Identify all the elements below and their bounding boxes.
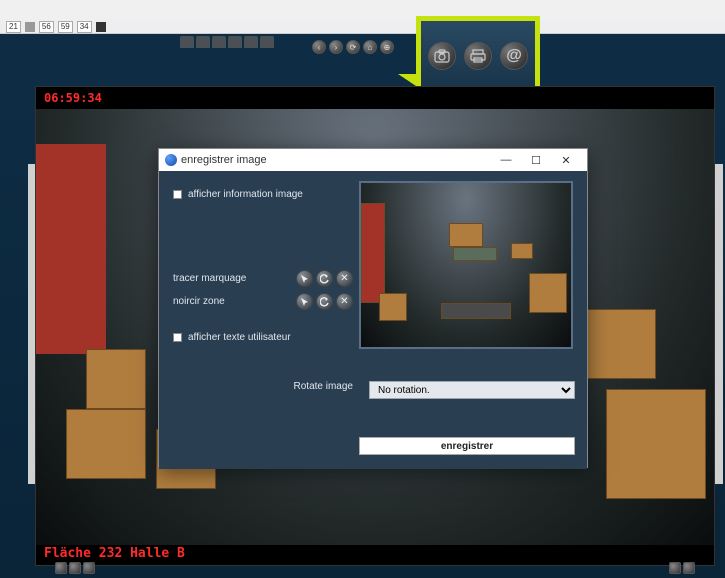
layout-tab-icon[interactable] bbox=[196, 36, 210, 48]
nav-prev-button[interactable]: ‹ bbox=[312, 40, 326, 54]
image-preview bbox=[359, 181, 573, 349]
nav-buttons: ‹ › ⟳ ⌂ ⊕ bbox=[312, 40, 394, 54]
rotate-image-label: Rotate image bbox=[173, 381, 353, 392]
rotate-image-select[interactable]: No rotation. bbox=[369, 381, 575, 399]
trace-clear-icon[interactable]: ✕ bbox=[336, 270, 353, 287]
callout-highlight: @ bbox=[416, 16, 540, 96]
maximize-button[interactable]: ☐ bbox=[521, 151, 551, 169]
dialog-titlebar[interactable]: enregistrer image — ☐ ✕ bbox=[159, 149, 587, 171]
panel-footer bbox=[35, 558, 715, 578]
layout-tab-icon[interactable] bbox=[180, 36, 194, 48]
app-icon bbox=[165, 154, 177, 166]
close-button[interactable]: ✕ bbox=[551, 151, 581, 169]
trace-pointer-icon[interactable] bbox=[296, 270, 313, 287]
globe-button[interactable]: ⊕ bbox=[380, 40, 394, 54]
layout-tab-icon[interactable] bbox=[244, 36, 258, 48]
home-button[interactable]: ⌂ bbox=[363, 40, 377, 54]
main-area: ‹ › ⟳ ⌂ ⊕ @ 06:59:34 bbox=[0, 34, 725, 578]
status-chip: 56 bbox=[39, 21, 54, 33]
status-chip: 59 bbox=[58, 21, 73, 33]
camera-icon[interactable] bbox=[428, 42, 456, 70]
trace-marking-label: tracer marquage bbox=[173, 273, 246, 284]
timestamp-overlay: 06:59:34 bbox=[44, 91, 102, 105]
blackout-undo-icon[interactable] bbox=[316, 293, 333, 310]
footer-maximize-button[interactable] bbox=[83, 562, 95, 574]
save-image-dialog: enregistrer image — ☐ ✕ afficher informa… bbox=[158, 148, 588, 468]
show-image-info-checkbox[interactable] bbox=[173, 190, 182, 199]
show-user-text-checkbox[interactable] bbox=[173, 333, 182, 342]
layout-tab-icon[interactable] bbox=[228, 36, 242, 48]
save-button[interactable]: enregistrer bbox=[359, 437, 575, 455]
status-chip: 21 bbox=[6, 21, 21, 33]
status-strip: 21 56 59 34 bbox=[0, 20, 725, 34]
trace-undo-icon[interactable] bbox=[316, 270, 333, 287]
side-frame-right bbox=[715, 164, 723, 484]
footer-next-button[interactable] bbox=[683, 562, 695, 574]
blackout-clear-icon[interactable]: ✕ bbox=[336, 293, 353, 310]
nav-next-button[interactable]: › bbox=[329, 40, 343, 54]
footer-restore-button[interactable] bbox=[69, 562, 81, 574]
show-image-info-label: afficher information image bbox=[188, 189, 303, 200]
monitor-icon bbox=[96, 22, 106, 32]
layout-tab-icon[interactable] bbox=[212, 36, 226, 48]
blackout-pointer-icon[interactable] bbox=[296, 293, 313, 310]
dialog-title: enregistrer image bbox=[181, 154, 267, 166]
footer-minimize-button[interactable] bbox=[55, 562, 67, 574]
show-user-text-label: afficher texte utilisateur bbox=[188, 332, 291, 343]
minimize-button[interactable]: — bbox=[491, 151, 521, 169]
dialog-body: afficher information image tracer marqua… bbox=[159, 171, 587, 469]
upper-toolbar: ‹ › ⟳ ⌂ ⊕ @ bbox=[0, 34, 725, 62]
footer-prev-button[interactable] bbox=[669, 562, 681, 574]
layout-tabs bbox=[180, 36, 274, 48]
refresh-button[interactable]: ⟳ bbox=[346, 40, 360, 54]
status-chip: 34 bbox=[77, 21, 92, 33]
blackout-zone-label: noircir zone bbox=[173, 296, 225, 307]
layout-tab-icon[interactable] bbox=[260, 36, 274, 48]
location-overlay: Fläche 232 Halle B bbox=[44, 546, 185, 561]
at-icon[interactable]: @ bbox=[500, 42, 528, 70]
clock-icon bbox=[25, 22, 35, 32]
print-icon[interactable] bbox=[464, 42, 492, 70]
